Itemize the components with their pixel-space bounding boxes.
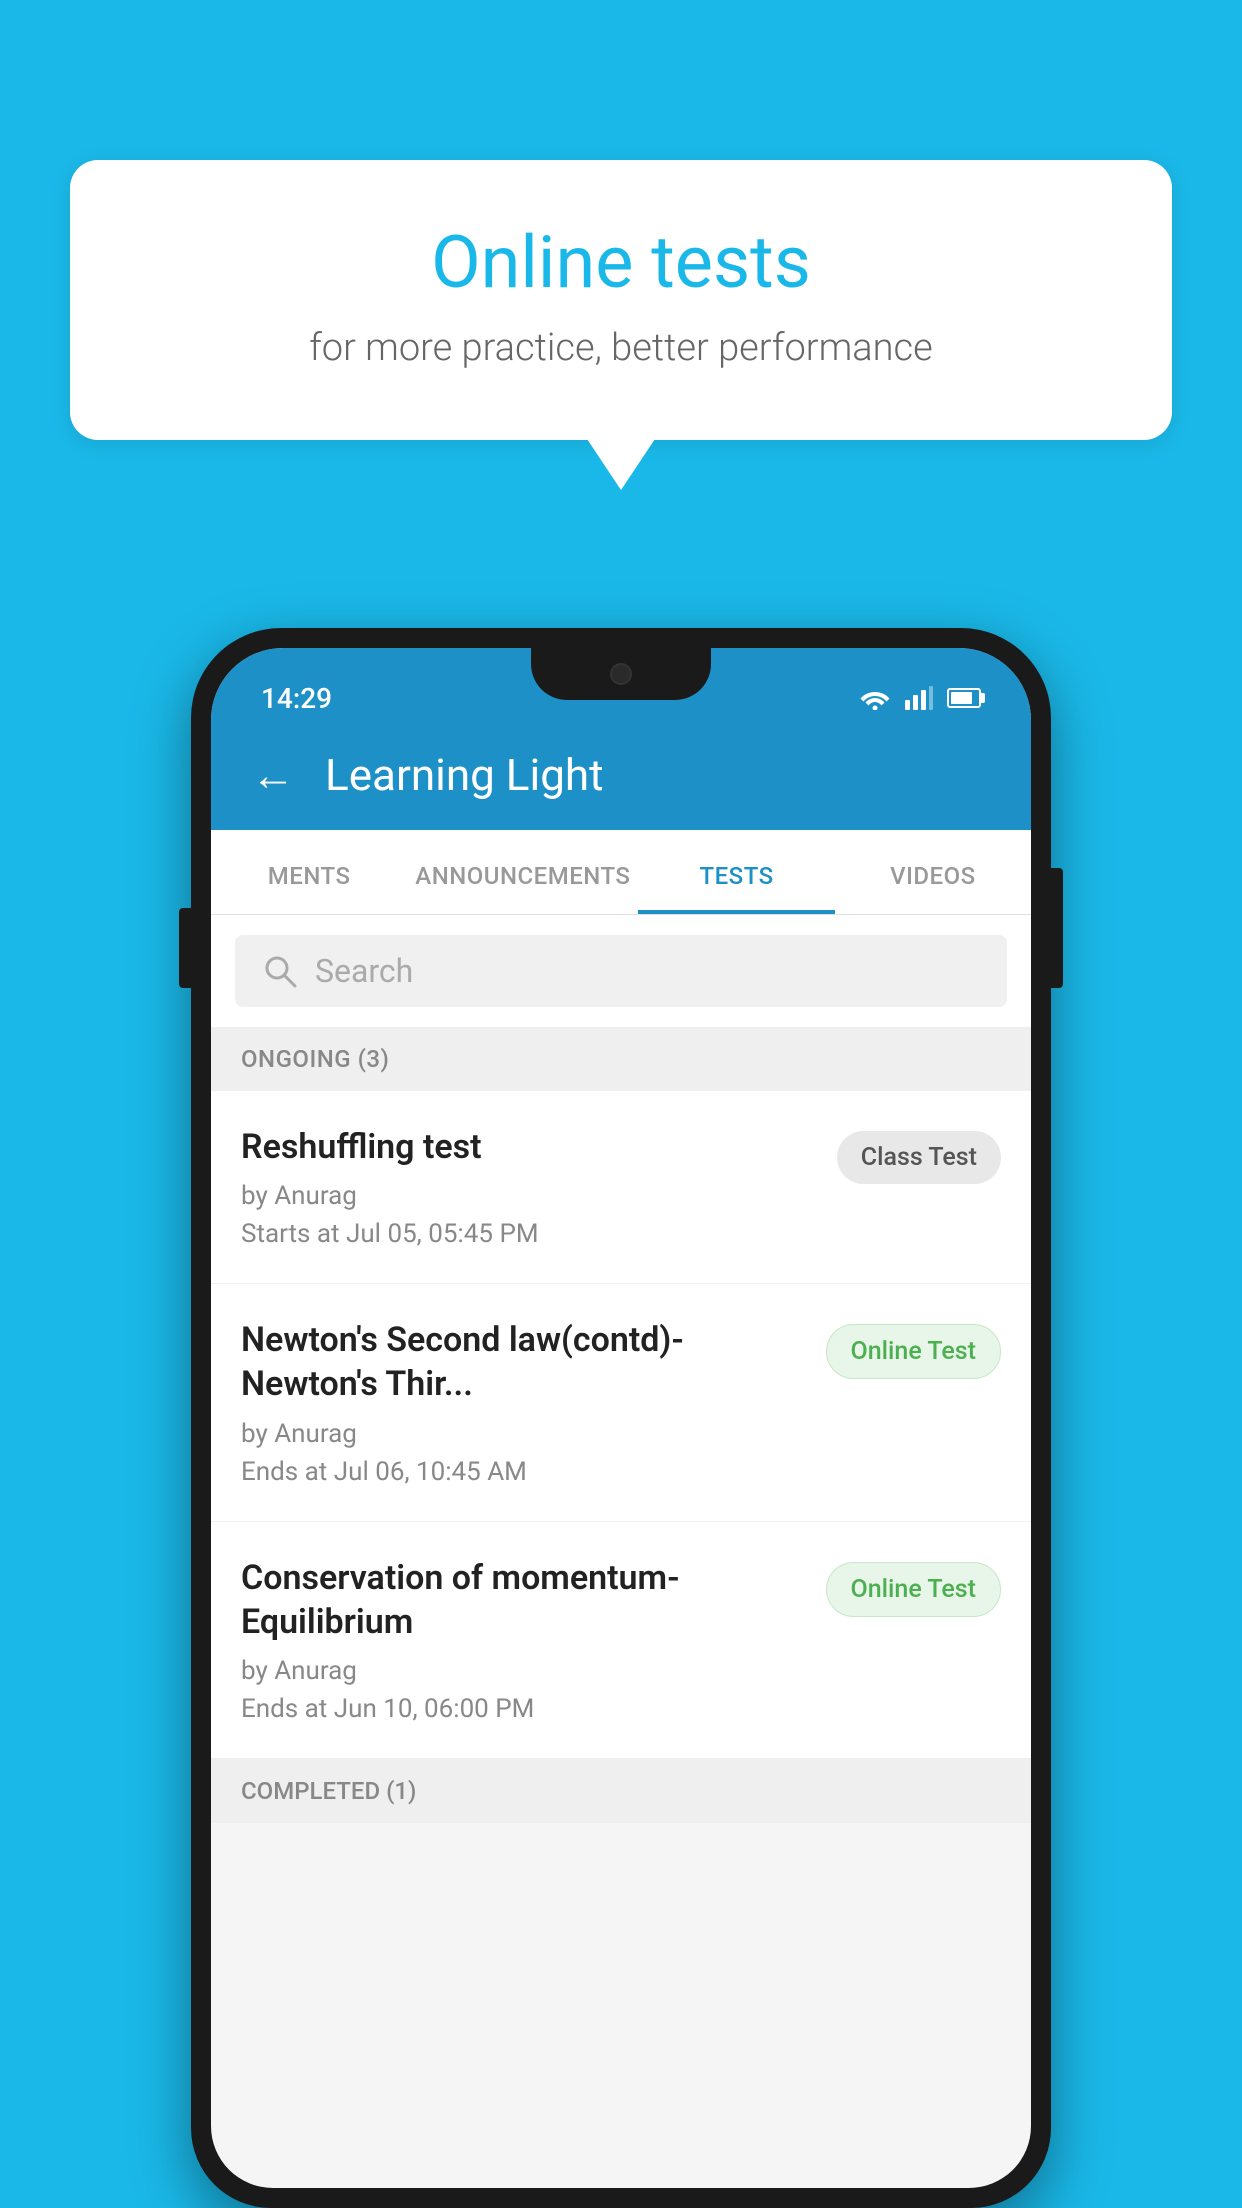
signal-icon	[905, 686, 933, 710]
test-list: Reshuffling test by Anurag Starts at Jul…	[211, 1091, 1031, 1759]
phone-notch	[531, 648, 711, 700]
test-info: Conservation of momentum-Equilibrium by …	[241, 1556, 826, 1724]
completed-section-header: COMPLETED (1)	[211, 1759, 1031, 1823]
test-badge-online-2: Online Test	[826, 1562, 1001, 1617]
test-name: Conservation of momentum-Equilibrium	[241, 1556, 806, 1644]
phone-outer: 14:29	[191, 628, 1051, 2208]
status-time: 14:29	[261, 674, 332, 715]
test-date: Ends at Jul 06, 10:45 AM	[241, 1457, 806, 1487]
app-bar: ← Learning Light	[211, 720, 1031, 830]
test-date: Starts at Jul 05, 05:45 PM	[241, 1219, 817, 1249]
ongoing-section-header: ONGOING (3)	[211, 1027, 1031, 1091]
test-name: Newton's Second law(contd)-Newton's Thir…	[241, 1318, 806, 1406]
status-icons	[859, 678, 981, 710]
tab-tests[interactable]: TESTS	[638, 830, 834, 914]
phone-screen: 14:29	[211, 648, 1031, 2188]
test-info: Newton's Second law(contd)-Newton's Thir…	[241, 1318, 826, 1486]
tab-ments[interactable]: MENTS	[211, 830, 407, 914]
test-item[interactable]: Reshuffling test by Anurag Starts at Jul…	[211, 1091, 1031, 1284]
test-info: Reshuffling test by Anurag Starts at Jul…	[241, 1125, 837, 1249]
search-icon	[263, 954, 297, 988]
tab-announcements[interactable]: ANNOUNCEMENTS	[407, 830, 638, 914]
front-camera	[610, 663, 632, 685]
test-name: Reshuffling test	[241, 1125, 817, 1169]
tabs-container: MENTS ANNOUNCEMENTS TESTS VIDEOS	[211, 830, 1031, 915]
tab-videos[interactable]: VIDEOS	[835, 830, 1031, 914]
speech-bubble: Online tests for more practice, better p…	[70, 160, 1172, 440]
bubble-subtitle: for more practice, better performance	[150, 326, 1092, 370]
test-item[interactable]: Conservation of momentum-Equilibrium by …	[211, 1522, 1031, 1759]
test-by: by Anurag	[241, 1419, 806, 1449]
wifi-icon	[859, 686, 891, 710]
back-button[interactable]: ←	[251, 753, 295, 797]
search-bar[interactable]: Search	[235, 935, 1007, 1007]
search-container: Search	[211, 915, 1031, 1027]
test-item[interactable]: Newton's Second law(contd)-Newton's Thir…	[211, 1284, 1031, 1521]
search-placeholder: Search	[315, 952, 413, 990]
test-date: Ends at Jun 10, 06:00 PM	[241, 1694, 806, 1724]
test-badge-class: Class Test	[837, 1131, 1001, 1184]
test-by: by Anurag	[241, 1181, 817, 1211]
app-title: Learning Light	[325, 749, 604, 801]
test-by: by Anurag	[241, 1656, 806, 1686]
speech-bubble-container: Online tests for more practice, better p…	[70, 160, 1172, 440]
test-badge-online: Online Test	[826, 1324, 1001, 1379]
phone-frame: 14:29	[191, 628, 1051, 2208]
bubble-title: Online tests	[150, 220, 1092, 306]
battery-icon	[947, 688, 981, 708]
